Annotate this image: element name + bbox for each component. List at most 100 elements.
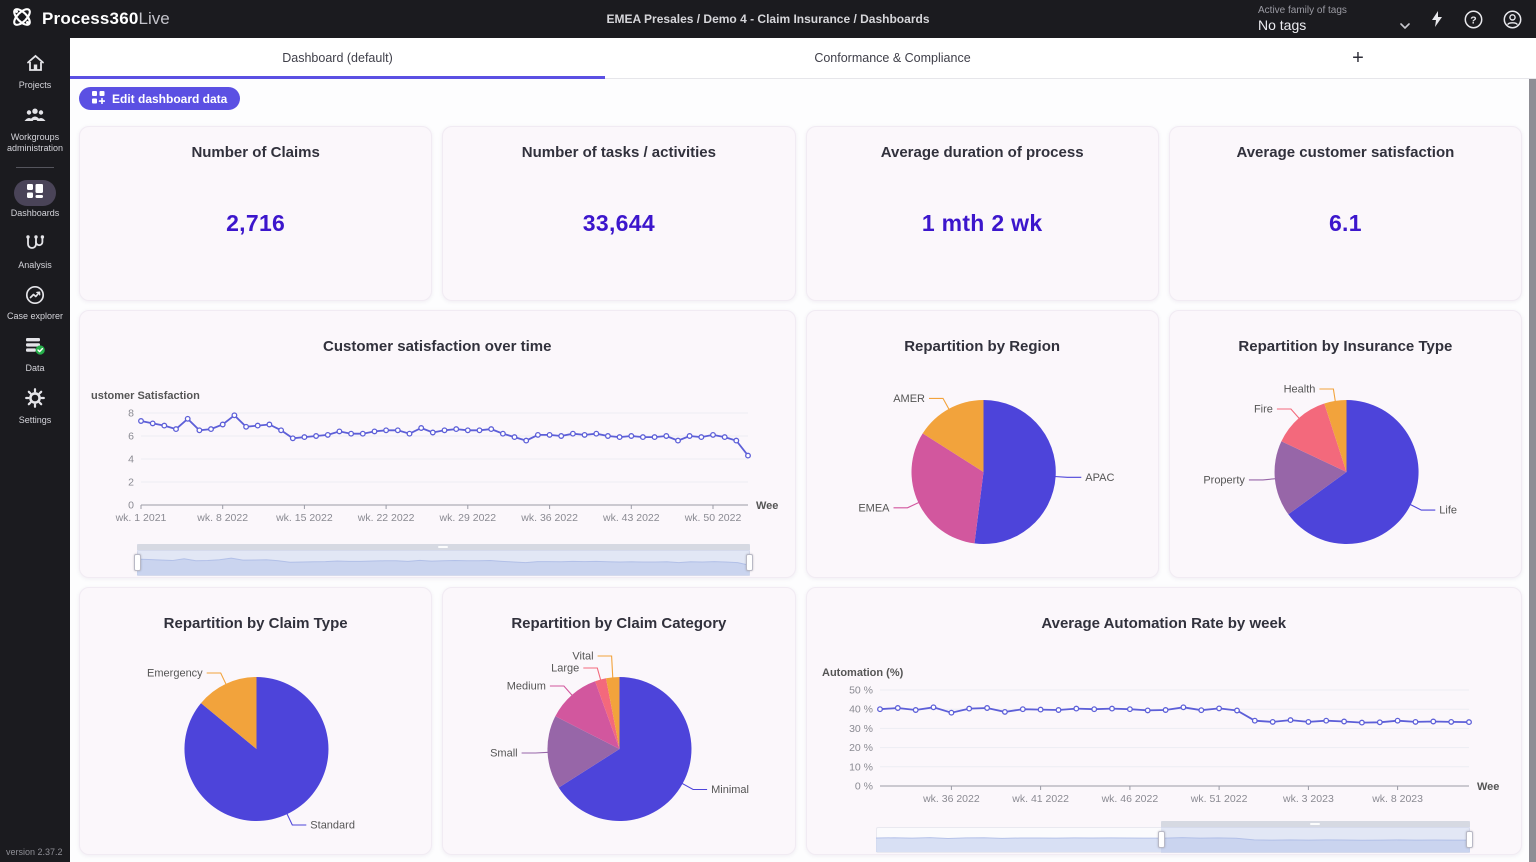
data-point[interactable] (1358, 719, 1365, 726)
data-point[interactable] (604, 433, 611, 439)
data-point[interactable] (876, 706, 883, 713)
brush-selection-strip[interactable] (1160, 821, 1470, 827)
data-point[interactable] (947, 709, 954, 716)
claim-category-pie-chart[interactable]: Minimal Small Medium Large Vital (443, 644, 794, 844)
data-point[interactable] (371, 428, 378, 435)
data-point[interactable] (1251, 717, 1258, 724)
data-point[interactable] (1465, 719, 1472, 726)
data-point[interactable] (254, 422, 261, 429)
data-point[interactable] (894, 705, 901, 711)
add-tab-button[interactable]: + (1180, 38, 1536, 78)
data-point[interactable] (219, 421, 226, 428)
data-point[interactable] (336, 428, 343, 435)
data-point[interactable] (569, 430, 576, 437)
region-pie-chart[interactable]: APAC EMEA AMER (807, 367, 1158, 567)
data-point[interactable] (499, 430, 506, 437)
data-point[interactable] (1126, 706, 1133, 713)
data-point[interactable] (138, 418, 144, 424)
claim-type-pie-svg[interactable]: Standard Emergency (80, 644, 431, 844)
data-point[interactable] (1340, 718, 1347, 725)
data-point[interactable] (1001, 708, 1008, 715)
data-point[interactable] (266, 421, 273, 428)
data-point[interactable] (651, 434, 658, 441)
data-point[interactable] (1376, 719, 1383, 726)
data-point[interactable] (546, 431, 553, 438)
data-point[interactable] (359, 430, 366, 437)
sidebar-item-settings[interactable]: Settings (0, 381, 70, 433)
data-point[interactable] (1090, 706, 1097, 713)
data-point[interactable] (1197, 707, 1204, 714)
data-point[interactable] (453, 426, 460, 433)
satisfaction-chart-svg[interactable]: ustomer Satisfaction 0 2 4 6 8 wk. 1 2021 wk. 8… (89, 387, 788, 533)
data-point[interactable] (686, 433, 693, 439)
data-point[interactable] (581, 431, 588, 438)
data-point[interactable] (208, 426, 214, 433)
data-point[interactable] (1037, 706, 1044, 713)
data-point[interactable] (301, 434, 308, 441)
brush-handle-left[interactable] (134, 554, 141, 571)
sidebar-item-projects[interactable]: Projects (0, 46, 70, 98)
data-point[interactable] (394, 427, 401, 434)
data-point[interactable] (324, 431, 331, 438)
help-icon[interactable]: ? (1464, 10, 1483, 29)
data-point[interactable] (1269, 718, 1276, 725)
data-point[interactable] (721, 434, 728, 441)
data-point[interactable] (1287, 717, 1293, 724)
automation-range-brush[interactable] (875, 821, 1473, 853)
brush-handle-right[interactable] (745, 554, 753, 571)
tab-conformance-compliance[interactable]: Conformance & Compliance (605, 38, 1180, 78)
data-point[interactable] (1304, 718, 1311, 725)
data-point[interactable] (184, 415, 191, 422)
data-point[interactable] (733, 437, 740, 444)
data-point[interactable] (231, 412, 238, 419)
data-point[interactable] (429, 429, 436, 436)
data-point[interactable] (1019, 706, 1026, 713)
data-point[interactable] (1429, 718, 1436, 725)
automation-chart-svg[interactable]: Automation (%) 0 % 10 % 20 % 30 % 40 % 50 % wk.… (816, 664, 1515, 810)
data-point[interactable] (1144, 707, 1151, 714)
brush-handle-right[interactable] (1466, 831, 1473, 848)
data-point[interactable] (965, 705, 972, 712)
data-point[interactable] (476, 427, 483, 434)
data-point[interactable] (441, 427, 448, 434)
tab-dashboard-default[interactable]: Dashboard (default) (70, 38, 605, 79)
data-point[interactable] (1447, 718, 1454, 725)
data-point[interactable] (1108, 705, 1115, 712)
edit-dashboard-data-button[interactable]: Edit dashboard data (79, 87, 241, 110)
data-point[interactable] (348, 430, 355, 437)
data-point[interactable] (912, 707, 919, 713)
vertical-scrollbar-thumb[interactable] (1529, 79, 1536, 862)
data-point[interactable] (1162, 707, 1169, 713)
data-point[interactable] (383, 427, 390, 434)
data-point[interactable] (745, 452, 751, 459)
tags-dropdown[interactable]: Active family of tags No tags (1258, 5, 1410, 34)
data-point[interactable] (1412, 718, 1418, 725)
sidebar-item-workgroups[interactable]: Workgroups administration (0, 98, 70, 161)
data-point[interactable] (983, 705, 990, 711)
data-point[interactable] (593, 430, 600, 437)
account-icon[interactable] (1503, 10, 1522, 29)
satisfaction-line-chart[interactable]: ustomer Satisfaction 0 2 4 6 8 wk. 1 2021 wk. 8… (80, 387, 795, 538)
data-point[interactable] (698, 434, 705, 441)
data-point[interactable] (558, 433, 565, 439)
data-point[interactable] (406, 430, 413, 437)
claim-category-pie-svg[interactable]: Minimal Small Medium LargeVital (443, 644, 794, 844)
claim-type-pie-chart[interactable]: Standard Emergency (80, 644, 431, 844)
insurance-pie-svg[interactable]: Life Property Fire Health (1170, 367, 1521, 567)
data-point[interactable] (616, 434, 623, 441)
data-point[interactable] (278, 427, 285, 434)
data-point[interactable] (663, 433, 670, 439)
data-point[interactable] (1055, 707, 1061, 713)
brush-handle-left[interactable] (1157, 831, 1165, 848)
data-point[interactable] (464, 427, 471, 434)
data-point[interactable] (1072, 705, 1079, 712)
data-point[interactable] (710, 431, 716, 438)
data-point[interactable] (196, 427, 203, 434)
data-point[interactable] (149, 420, 156, 427)
data-point[interactable] (161, 422, 168, 429)
data-point[interactable] (1179, 704, 1186, 711)
data-point[interactable] (930, 704, 936, 711)
brush-selection[interactable] (1160, 821, 1470, 853)
data-point[interactable] (243, 423, 250, 430)
data-point[interactable] (418, 425, 425, 431)
